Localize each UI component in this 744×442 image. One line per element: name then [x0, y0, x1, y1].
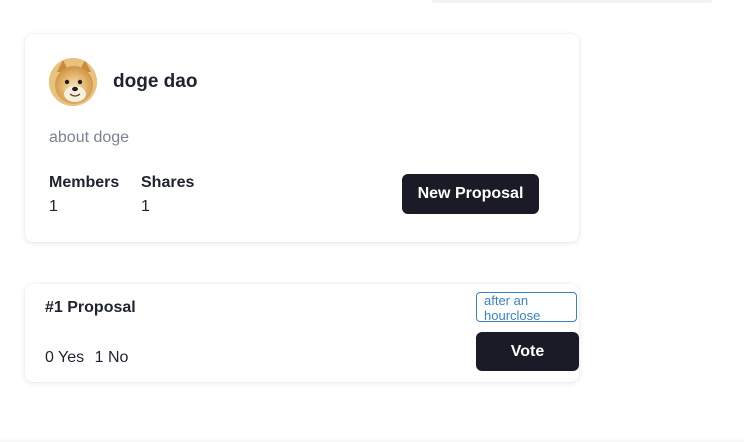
proposal-title: #1 Proposal	[45, 299, 136, 316]
new-proposal-button[interactable]: New Proposal	[402, 174, 539, 214]
dao-card: doge dao about doge Members 1 Shares 1 N…	[25, 34, 579, 242]
members-stat: Members 1	[49, 174, 119, 216]
top-card-edge	[432, 0, 712, 3]
status-badge: after an hourclose	[476, 292, 577, 322]
proposal-card[interactable]: #1 Proposal 0 Yes 1 No after an hourclos…	[25, 284, 579, 382]
yes-count: 0 Yes	[45, 349, 85, 366]
bottom-card-edge	[0, 437, 744, 442]
members-value: 1	[49, 198, 58, 215]
vote-tally: 0 Yes 1 No	[45, 349, 134, 367]
vote-button[interactable]: Vote	[476, 332, 579, 371]
dao-name: doge dao	[113, 71, 198, 92]
shares-label: Shares	[141, 174, 195, 191]
dao-description: about doge	[49, 129, 130, 146]
shares-value: 1	[141, 198, 150, 215]
no-count: 1 No	[94, 349, 129, 366]
members-label: Members	[49, 174, 120, 191]
shares-stat: Shares 1	[141, 174, 194, 216]
doge-avatar-icon	[49, 58, 97, 106]
